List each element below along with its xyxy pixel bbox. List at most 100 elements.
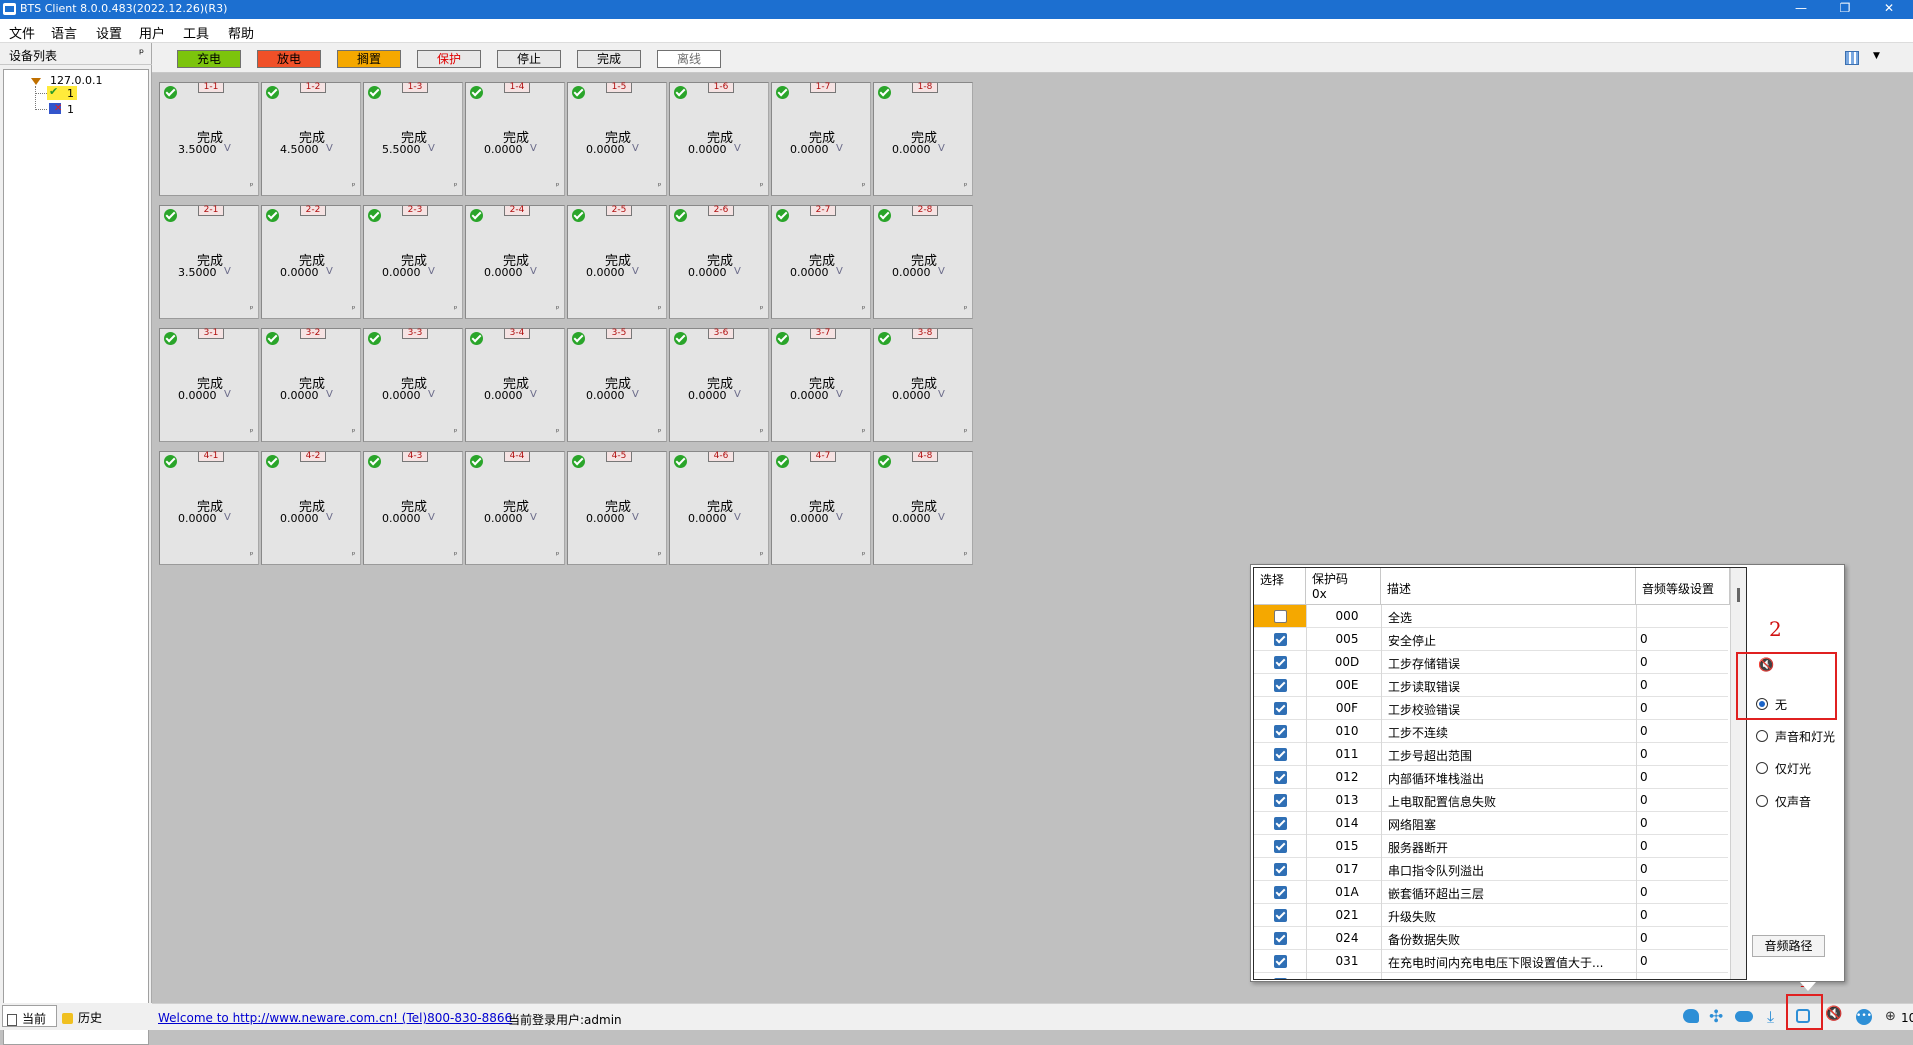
channel-cell[interactable]: 1-4 完成 0.0000 Vᵖ [465, 82, 565, 196]
row-checkbox[interactable] [1274, 978, 1287, 979]
channel-cell[interactable]: 4-3 完成 0.0000 Vᵖ [363, 451, 463, 565]
radio-light-only-label[interactable]: 仅灯光 [1775, 760, 1811, 777]
channel-cell[interactable]: 1-2 完成 4.5000 Vᵖ [261, 82, 361, 196]
channel-cell[interactable]: 1-8 完成 0.0000 Vᵖ [873, 82, 973, 196]
tab-current[interactable]: 当前 [2, 1005, 57, 1027]
channel-cell[interactable]: 2-8 完成 0.0000 Vᵖ [873, 205, 973, 319]
table-vertical-scrollbar[interactable] [1730, 568, 1746, 979]
table-row[interactable]: 000 全选 [1254, 605, 1728, 628]
table-row[interactable]: 014 网络阻塞 0 [1254, 812, 1728, 835]
row-checkbox[interactable] [1274, 748, 1287, 761]
expand-triangle-icon[interactable] [31, 78, 41, 85]
table-row[interactable]: 024 备份数据失败 0 [1254, 927, 1728, 950]
table-row[interactable]: 00E 工步读取错误 0 [1254, 674, 1728, 697]
cloud-icon[interactable] [1735, 1011, 1753, 1022]
table-row[interactable]: 010 工步不连续 0 [1254, 720, 1728, 743]
channel-cell[interactable]: 3-8 完成 0.0000 Vᵖ [873, 328, 973, 442]
channel-cell[interactable]: 4-8 完成 0.0000 Vᵖ [873, 451, 973, 565]
channel-cell[interactable]: 3-4 完成 0.0000 Vᵖ [465, 328, 565, 442]
tree-node-device-2[interactable]: 1 [67, 103, 74, 116]
channel-cell[interactable]: 1-3 完成 5.5000 Vᵖ [363, 82, 463, 196]
channel-cell[interactable]: 3-5 完成 0.0000 Vᵖ [567, 328, 667, 442]
channel-cell[interactable]: 3-1 完成 0.0000 Vᵖ [159, 328, 259, 442]
more-icon[interactable]: ••• [1856, 1009, 1872, 1025]
device-tree[interactable]: 127.0.0.1 ✔ 1 ✕ 1 [3, 69, 149, 1045]
row-checkbox[interactable] [1274, 610, 1287, 623]
channel-cell[interactable]: 2-2 完成 0.0000 Vᵖ [261, 205, 361, 319]
row-checkbox[interactable] [1274, 702, 1287, 715]
menu-tools[interactable]: 工具 [183, 23, 209, 42]
layout-grid-icon[interactable] [1845, 51, 1859, 65]
chat-bubble-icon[interactable] [1683, 1009, 1699, 1023]
mute-icon[interactable]: 🔇 [1825, 1006, 1845, 1026]
table-row[interactable]: 013 上电取配置信息失败 0 [1254, 789, 1728, 812]
menu-settings[interactable]: 设置 [96, 23, 122, 42]
pin-icon[interactable]: ᵖ [139, 46, 144, 60]
row-checkbox[interactable] [1274, 656, 1287, 669]
row-checkbox[interactable] [1274, 840, 1287, 853]
row-checkbox[interactable] [1274, 886, 1287, 899]
tab-history[interactable]: 历史 [60, 1005, 120, 1027]
row-checkbox[interactable] [1274, 633, 1287, 646]
table-row[interactable]: 021 升级失败 0 [1254, 904, 1728, 927]
row-checkbox[interactable] [1274, 794, 1287, 807]
audio-path-button[interactable]: 音频路径 [1752, 935, 1825, 957]
channel-cell[interactable]: 4-7 完成 0.0000 Vᵖ [771, 451, 871, 565]
channel-cell[interactable]: 2-6 完成 0.0000 Vᵖ [669, 205, 769, 319]
fan-icon[interactable]: ✣ [1709, 1007, 1729, 1027]
radio-sound-and-light[interactable] [1756, 730, 1768, 742]
channel-cell[interactable]: 3-6 完成 0.0000 Vᵖ [669, 328, 769, 442]
channel-cell[interactable]: 1-5 完成 0.0000 Vᵖ [567, 82, 667, 196]
row-checkbox[interactable] [1274, 932, 1287, 945]
table-row[interactable]: 031 在充电时间内充电电压下限设置值大于... 0 [1254, 950, 1728, 973]
row-checkbox[interactable] [1274, 679, 1287, 692]
channel-cell[interactable]: 2-5 完成 0.0000 Vᵖ [567, 205, 667, 319]
close-button[interactable]: ✕ [1867, 0, 1911, 19]
table-row[interactable]: 00D 工步存储错误 0 [1254, 651, 1728, 674]
radio-sound-only-label[interactable]: 仅声音 [1775, 793, 1811, 810]
channel-cell[interactable]: 2-3 完成 0.0000 Vᵖ [363, 205, 463, 319]
channel-cell[interactable]: 4-2 完成 0.0000 Vᵖ [261, 451, 361, 565]
channel-cell[interactable]: 2-1 完成 3.5000 Vᵖ [159, 205, 259, 319]
table-row[interactable]: 017 串口指令队列溢出 0 [1254, 858, 1728, 881]
row-checkbox[interactable] [1274, 817, 1287, 830]
download-icon[interactable]: ⤓ [1767, 1007, 1787, 1027]
dropdown-arrow-icon[interactable]: ▼ [1873, 51, 1880, 61]
menu-language[interactable]: 语言 [51, 23, 77, 42]
table-row[interactable]: 011 工步号超出范围 0 [1254, 743, 1728, 766]
channel-cell[interactable]: 2-7 完成 0.0000 Vᵖ [771, 205, 871, 319]
scrollbar-thumb[interactable] [1737, 588, 1740, 602]
restore-button[interactable]: ❐ [1823, 0, 1867, 19]
menu-file[interactable]: 文件 [9, 23, 35, 42]
table-row[interactable]: 015 服务器断开 0 [1254, 835, 1728, 858]
menu-help[interactable]: 帮助 [228, 23, 254, 42]
channel-cell[interactable]: 4-4 完成 0.0000 Vᵖ [465, 451, 565, 565]
row-checkbox[interactable] [1274, 909, 1287, 922]
table-row[interactable]: 01A 嵌套循环超出三层 0 [1254, 881, 1728, 904]
tree-node-device-1[interactable]: 1 [67, 87, 74, 100]
channel-cell[interactable]: 4-6 完成 0.0000 Vᵖ [669, 451, 769, 565]
menu-user[interactable]: 用户 [139, 23, 165, 42]
row-checkbox[interactable] [1274, 771, 1287, 784]
table-row[interactable]: 00F 工步校验错误 0 [1254, 697, 1728, 720]
channel-cell[interactable]: 3-7 完成 0.0000 Vᵖ [771, 328, 871, 442]
channel-cell[interactable]: 3-2 完成 0.0000 Vᵖ [261, 328, 361, 442]
row-checkbox[interactable] [1274, 955, 1287, 968]
channel-cell[interactable]: 1-7 完成 0.0000 Vᵖ [771, 82, 871, 196]
channel-cell[interactable]: 4-5 完成 0.0000 Vᵖ [567, 451, 667, 565]
row-checkbox[interactable] [1274, 863, 1287, 876]
row-checkbox[interactable] [1274, 725, 1287, 738]
channel-cell[interactable]: 4-1 完成 0.0000 Vᵖ [159, 451, 259, 565]
table-row[interactable]: 012 内部循环堆栈溢出 0 [1254, 766, 1728, 789]
minimize-button[interactable]: — [1779, 0, 1823, 19]
channel-cell[interactable]: 1-1 完成 3.5000 Vᵖ [159, 82, 259, 196]
table-row[interactable]: 032 在规定时间内电压超出设定的上限值 0 [1254, 973, 1728, 979]
radio-light-only[interactable] [1756, 762, 1768, 774]
radio-sound-only[interactable] [1756, 795, 1768, 807]
channel-cell[interactable]: 1-6 完成 0.0000 Vᵖ [669, 82, 769, 196]
channel-cell[interactable]: 2-4 完成 0.0000 Vᵖ [465, 205, 565, 319]
channel-cell[interactable]: 3-3 完成 0.0000 Vᵖ [363, 328, 463, 442]
radio-sound-and-light-label[interactable]: 声音和灯光 [1775, 728, 1835, 745]
table-row[interactable]: 005 安全停止 0 [1254, 628, 1728, 651]
website-link[interactable]: Welcome to http://www.neware.com.cn! (Te… [158, 1011, 512, 1025]
